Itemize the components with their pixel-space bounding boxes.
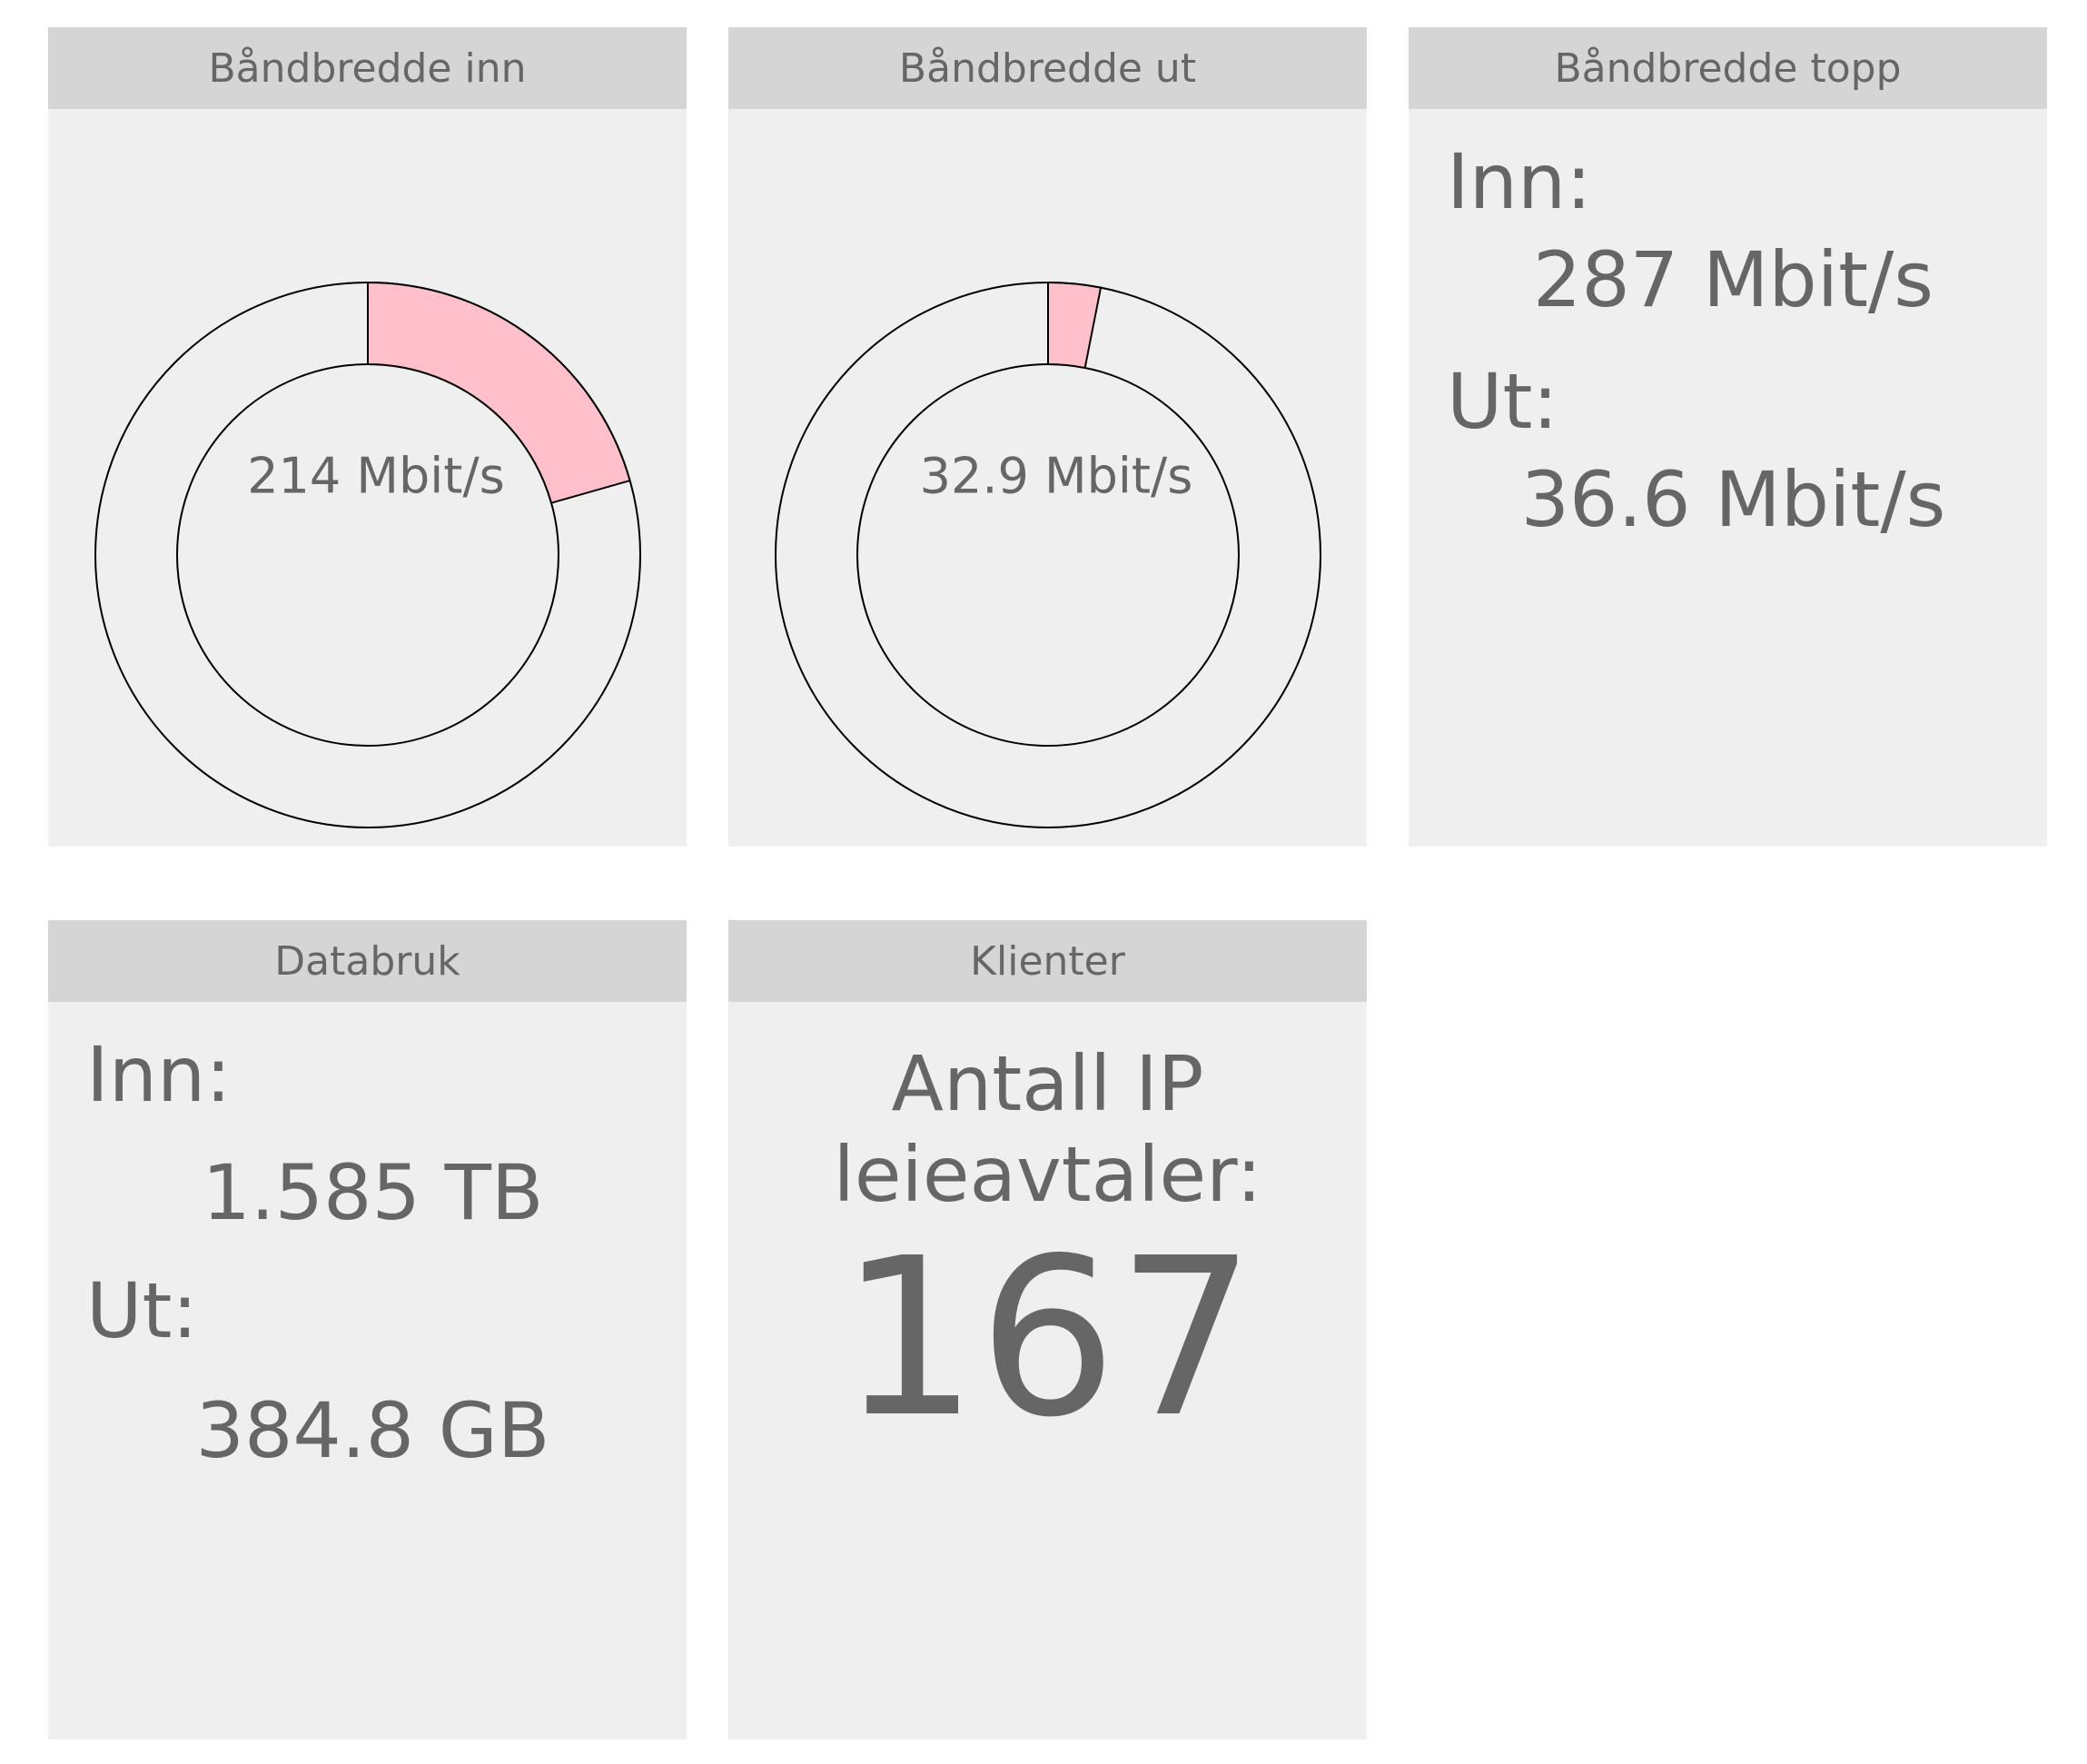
bandwidth-out-panel: Båndbredde ut 32.9 Mbit/s [728,27,1367,847]
clients-count: 167 [839,1211,1256,1465]
usage-in-label: Inn: [86,1030,232,1119]
clients-title: Klienter [728,920,1367,1002]
peak-in-label: Inn: [1447,137,1592,226]
bandwidth-in-value: 214 Mbit/s [247,448,505,505]
usage-in-value-block: 1.585 TB [86,1155,659,1231]
usage-out-label: Ut: [86,1266,198,1355]
peak-in-value-block: 287 Mbit/s [1447,242,2020,318]
peak-in-value: 287 Mbit/s [1532,235,1934,324]
usage-in-value: 1.585 TB [202,1148,544,1237]
usage-out-value: 384.8 GB [195,1386,550,1475]
usage-out-value-block: 384.8 GB [86,1392,659,1469]
peak-in-block: Inn: [1447,144,2020,220]
bandwidth-peak-panel: Båndbredde topp Inn: 287 Mbit/s Ut: 36.6… [1409,27,2047,847]
bandwidth-in-panel: Båndbredde inn 214 Mbit/s [48,27,687,847]
usage-in-block: Inn: [86,1036,659,1113]
bandwidth-in-gauge: 214 Mbit/s [94,281,641,829]
bandwidth-out-gauge: 32.9 Mbit/s [775,281,1321,829]
peak-out-value: 36.6 Mbit/s [1520,455,1946,544]
data-usage-panel: Databruk Inn: 1.585 TB Ut: 384.8 GB [48,920,687,1739]
bandwidth-peak-title: Båndbredde topp [1409,27,2047,109]
usage-out-block: Ut: [86,1273,659,1349]
bandwidth-out-title: Båndbredde ut [728,27,1367,109]
bandwidth-in-title: Båndbredde inn [48,27,687,109]
peak-out-label: Ut: [1447,357,1558,446]
clients-panel: Klienter Antall IP leieavtaler: 167 [728,920,1367,1739]
data-usage-title: Databruk [48,920,687,1002]
peak-out-block: Ut: [1447,363,2020,440]
bandwidth-out-value: 32.9 Mbit/s [920,448,1193,505]
peak-out-value-block: 36.6 Mbit/s [1447,461,2020,538]
clients-label: Antall IP leieavtaler: [833,1039,1262,1219]
